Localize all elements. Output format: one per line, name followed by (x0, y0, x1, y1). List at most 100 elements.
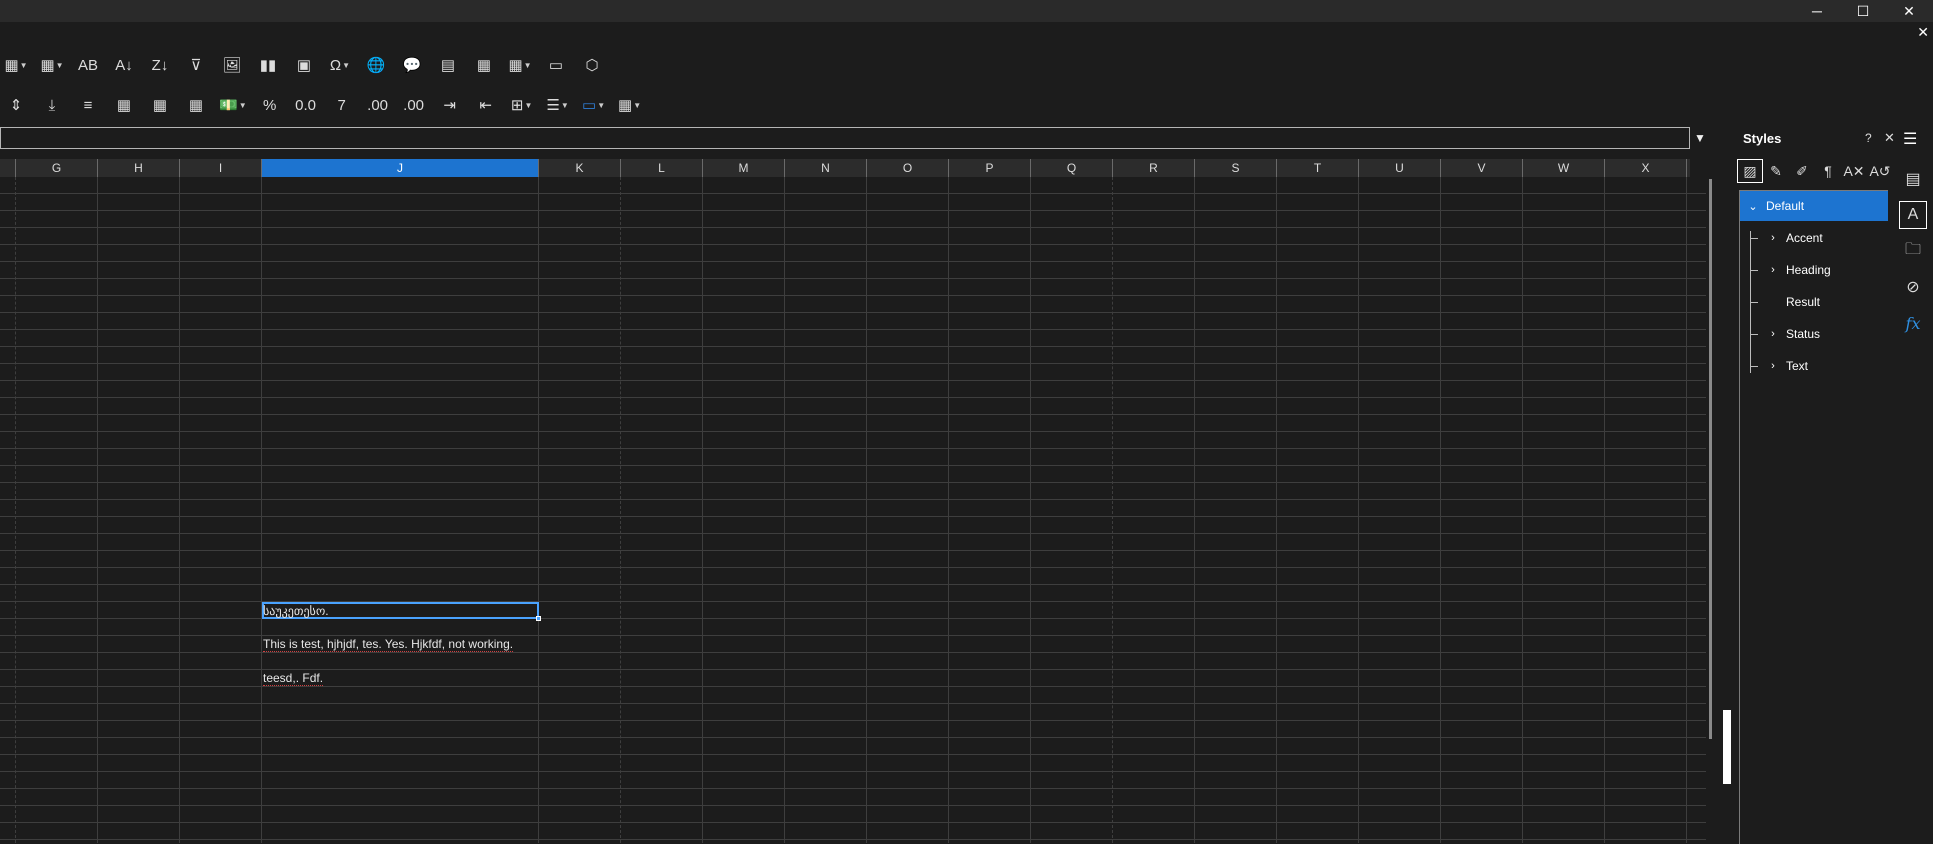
decrease-indent-button[interactable]: ⇤ (470, 91, 502, 119)
expand-right-icon[interactable]: › (1766, 360, 1780, 372)
formula-input[interactable] (0, 127, 1690, 149)
define-print-area-button[interactable]: ▦ (468, 51, 500, 79)
spreadsheet-grid[interactable]: საუკეთესო. This is test, hjhjdf, tes. Ye… (0, 177, 1706, 843)
column-header-x[interactable]: X (1605, 159, 1687, 177)
styles-deck-icon[interactable]: A (1899, 201, 1927, 229)
column-header-partial[interactable] (0, 159, 16, 177)
header-footer-button[interactable]: ▤ (432, 51, 464, 79)
window-close-icon[interactable]: ✕ (1889, 0, 1929, 22)
hyperlink-button[interactable]: 🌐 (360, 51, 392, 79)
new-style-from-selection-icon[interactable]: ¶ (1815, 159, 1841, 183)
column-header-w[interactable]: W (1523, 159, 1605, 177)
style-item-accent[interactable]: › Accent (1740, 223, 1888, 253)
navigator-deck-icon[interactable]: ⊘ (1899, 273, 1927, 301)
align-bottom-button[interactable]: ⤓ (36, 91, 68, 119)
unmerge-cells-button[interactable]: ▦ (180, 91, 212, 119)
split-window-button[interactable]: ▭ (540, 51, 572, 79)
spellcheck-button[interactable]: AB (72, 51, 104, 79)
dropdown-arrow-icon[interactable]: ▼ (561, 101, 569, 110)
column-header-l[interactable]: L (621, 159, 703, 177)
cell-j-active[interactable]: საუკეთესო. (263, 604, 329, 618)
column-header-v[interactable]: V (1441, 159, 1523, 177)
date-format-button[interactable]: 7 (326, 91, 358, 119)
expand-down-icon[interactable]: ⌄ (1746, 200, 1760, 213)
pivot-table-button[interactable]: ▣ (288, 51, 320, 79)
dropdown-arrow-icon[interactable]: ▼ (633, 101, 641, 110)
conditional-format-button[interactable]: ▦ ▼ (614, 91, 646, 119)
insert-image-button[interactable]: 🖼 (216, 51, 248, 79)
merge-cells-button[interactable]: ▦ (144, 91, 176, 119)
wrap-text-button[interactable]: ≡ (72, 91, 104, 119)
column-header-q[interactable]: Q (1031, 159, 1113, 177)
column-header-g[interactable]: G (16, 159, 98, 177)
dropdown-arrow-icon[interactable]: ▼ (56, 61, 64, 70)
style-item-status[interactable]: › Status (1740, 319, 1888, 349)
cell-j-text-2[interactable]: This is test, hjhjdf, tes. Yes. Hjkfdf, … (263, 637, 514, 652)
dropdown-arrow-icon[interactable]: ▼ (524, 101, 532, 110)
close-document-icon[interactable]: ✕ (1917, 24, 1929, 41)
cell-j-text-3[interactable]: teesd,. Fdf. (263, 671, 324, 686)
style-item-text[interactable]: › Text (1740, 351, 1888, 381)
update-style-icon[interactable]: A✕ (1841, 159, 1867, 183)
autofilter-button[interactable]: ⊽ (180, 51, 212, 79)
sort-ascending-button[interactable]: A↓ (108, 51, 140, 79)
sidebar-menu-icon[interactable]: ☰ (1903, 129, 1917, 149)
border-style-button[interactable]: ☰ ▼ (542, 91, 574, 119)
expand-right-icon[interactable]: › (1766, 232, 1780, 244)
properties-deck-icon[interactable]: ▤ (1899, 165, 1927, 193)
comment-button[interactable]: 💬 (396, 51, 428, 79)
column-header-n[interactable]: N (785, 159, 867, 177)
column-header-i[interactable]: I (180, 159, 262, 177)
sidebar-collapse-handle[interactable] (1723, 710, 1731, 784)
delete-decimal-button[interactable]: .00 (398, 91, 430, 119)
page-styles-icon[interactable]: ✎ (1763, 159, 1789, 183)
style-item-default[interactable]: ⌄ Default (1740, 191, 1888, 221)
align-center-vertical-button[interactable]: ⇕ (0, 91, 32, 119)
expand-formula-bar-icon[interactable]: ▼ (1694, 131, 1706, 145)
dropdown-arrow-icon[interactable]: ▼ (20, 61, 28, 70)
insert-columns-button[interactable]: ▦ ▼ (36, 51, 68, 79)
dropdown-arrow-icon[interactable]: ▼ (342, 61, 350, 70)
currency-format-button[interactable]: 💵 ▼ (216, 91, 250, 119)
autofill-handle[interactable] (536, 616, 541, 621)
style-item-result[interactable]: Result (1740, 287, 1888, 317)
functions-deck-icon[interactable]: fx (1899, 309, 1927, 337)
maximize-icon[interactable]: ☐ (1843, 0, 1883, 22)
insert-chart-button[interactable]: ▮▮ (252, 51, 284, 79)
column-header-h[interactable]: H (98, 159, 180, 177)
minimize-icon[interactable]: ─ (1797, 0, 1837, 22)
cell-styles-icon[interactable]: ▨ (1737, 159, 1763, 183)
dropdown-arrow-icon[interactable]: ▼ (524, 61, 532, 70)
expand-right-icon[interactable]: › (1766, 264, 1780, 276)
freeze-rows-columns-button[interactable]: ▦ ▼ (504, 51, 536, 79)
style-actions-icon[interactable]: A↺ (1867, 159, 1893, 183)
fill-format-mode-icon[interactable]: ✐ (1789, 159, 1815, 183)
column-header-k[interactable]: K (539, 159, 621, 177)
dropdown-arrow-icon[interactable]: ▼ (597, 101, 605, 110)
special-character-button[interactable]: Ω ▼ (324, 51, 356, 79)
percent-format-button[interactable]: % (254, 91, 286, 119)
column-header-u[interactable]: U (1359, 159, 1441, 177)
help-icon[interactable]: ? (1865, 131, 1872, 145)
number-format-button[interactable]: 0.0 (290, 91, 322, 119)
gallery-deck-icon[interactable]: 🗀 (1899, 237, 1927, 265)
sort-descending-button[interactable]: Z↓ (144, 51, 176, 79)
sidebar-close-icon[interactable]: ✕ (1884, 130, 1895, 146)
column-header-o[interactable]: O (867, 159, 949, 177)
scrollbar-thumb[interactable] (1709, 179, 1712, 739)
borders-button[interactable]: ⊞ ▼ (506, 91, 538, 119)
style-item-heading[interactable]: › Heading (1740, 255, 1888, 285)
show-draw-functions-button[interactable]: ⬡ (576, 51, 608, 79)
column-header-m[interactable]: M (703, 159, 785, 177)
add-decimal-button[interactable]: .00 (362, 91, 394, 119)
dropdown-arrow-icon[interactable]: ▼ (239, 101, 247, 110)
column-header-p[interactable]: P (949, 159, 1031, 177)
expand-right-icon[interactable]: › (1766, 328, 1780, 340)
vertical-scrollbar[interactable] (1706, 159, 1716, 843)
insert-rows-button[interactable]: ▦ ▼ (0, 51, 32, 79)
column-header-j[interactable]: J (262, 159, 539, 177)
increase-indent-button[interactable]: ⇥ (434, 91, 466, 119)
merge-center-button[interactable]: ▦ (108, 91, 140, 119)
column-header-t[interactable]: T (1277, 159, 1359, 177)
border-color-button[interactable]: ▭ ▼ (578, 91, 610, 119)
